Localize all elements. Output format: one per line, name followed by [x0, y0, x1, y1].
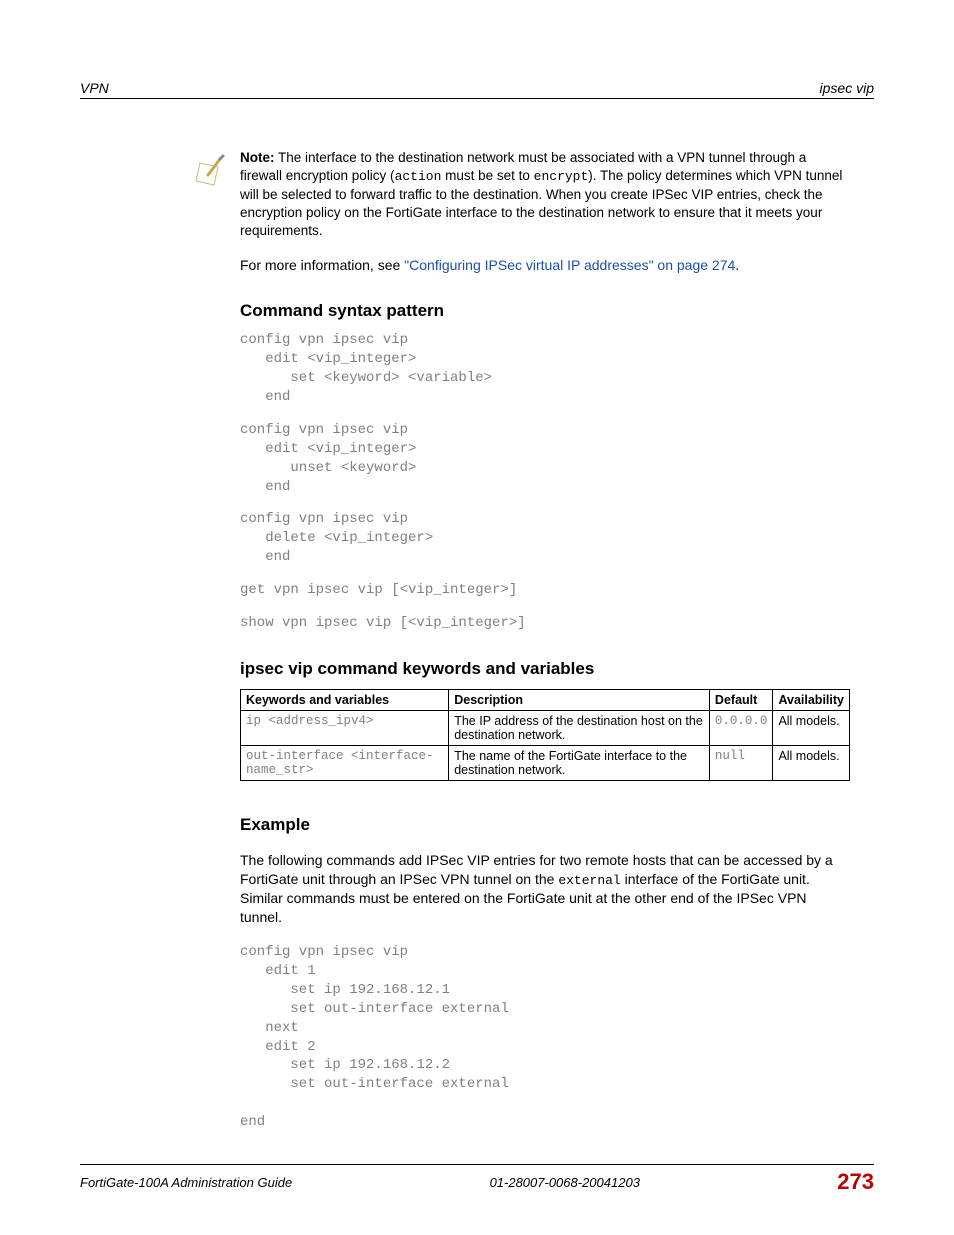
page-header: VPN ipsec vip	[80, 80, 874, 99]
note-code-encrypt: encrypt	[534, 169, 589, 184]
th-description: Description	[449, 689, 710, 710]
table-heading: ipsec vip command keywords and variables	[240, 659, 850, 679]
note-label: Note:	[240, 150, 275, 165]
th-availability: Availability	[773, 689, 850, 710]
note-text: Note: The interface to the destination n…	[240, 149, 850, 240]
cell-desc: The name of the FortiGate interface to t…	[449, 745, 710, 780]
example-code-external: external	[558, 873, 620, 888]
th-default: Default	[709, 689, 773, 710]
cell-desc: The IP address of the destination host o…	[449, 710, 710, 745]
cell-avail: All models.	[773, 745, 850, 780]
syntax-block-5: show vpn ipsec vip [<vip_integer>]	[240, 614, 850, 633]
cell-default: 0.0.0.0	[709, 710, 773, 745]
table-row: ip <address_ipv4> The IP address of the …	[241, 710, 850, 745]
syntax-block-3: config vpn ipsec vip delete <vip_integer…	[240, 510, 850, 567]
header-right: ipsec vip	[820, 80, 874, 96]
syntax-block-4: get vpn ipsec vip [<vip_integer>]	[240, 581, 850, 600]
note-block: Note: The interface to the destination n…	[240, 149, 850, 240]
table-row: out-interface <interface-name_str> The n…	[241, 745, 850, 780]
cell-kw: out-interface <interface-name_str>	[241, 745, 449, 780]
table-header-row: Keywords and variables Description Defau…	[241, 689, 850, 710]
page-footer: FortiGate-100A Administration Guide 01-2…	[80, 1164, 874, 1195]
page-number: 273	[837, 1169, 874, 1195]
moreinfo-link[interactable]: "Configuring IPSec virtual IP addresses"…	[404, 257, 735, 273]
cell-default: null	[709, 745, 773, 780]
header-left: VPN	[80, 80, 109, 96]
footer-mid: 01-28007-0068-20041203	[490, 1175, 640, 1190]
note-code-action: action	[395, 169, 442, 184]
moreinfo-para: For more information, see "Configuring I…	[240, 256, 850, 275]
syntax-block-1: config vpn ipsec vip edit <vip_integer> …	[240, 331, 850, 407]
example-code-block: config vpn ipsec vip edit 1 set ip 192.1…	[240, 943, 850, 1132]
th-keywords: Keywords and variables	[241, 689, 449, 710]
example-para: The following commands add IPSec VIP ent…	[240, 851, 850, 927]
syntax-block-2: config vpn ipsec vip edit <vip_integer> …	[240, 421, 850, 497]
cell-kw: ip <address_ipv4>	[241, 710, 449, 745]
footer-left: FortiGate-100A Administration Guide	[80, 1175, 292, 1190]
keywords-table: Keywords and variables Description Defau…	[240, 689, 850, 781]
example-heading: Example	[240, 815, 850, 835]
note-icon	[190, 153, 226, 189]
syntax-heading: Command syntax pattern	[240, 301, 850, 321]
cell-avail: All models.	[773, 710, 850, 745]
